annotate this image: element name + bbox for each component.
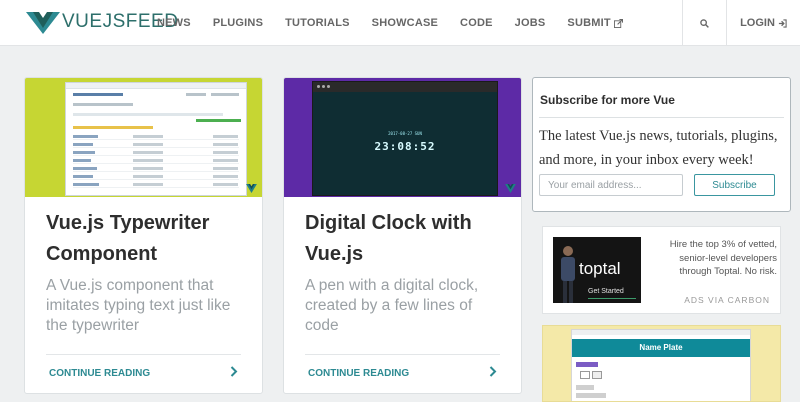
card-divider	[305, 354, 500, 355]
login-arrow-icon	[778, 18, 787, 28]
thumbnail-screenshot	[65, 82, 247, 196]
card-divider	[46, 354, 241, 355]
chevron-right-icon[interactable]	[489, 365, 497, 380]
nav-link-plugins[interactable]: PLUGINS	[213, 17, 263, 29]
nav-link-label: PLUGINS	[212, 17, 264, 29]
nav-link-jobs[interactable]: JOBS	[515, 17, 546, 29]
vuejsfeed-logo-icon	[26, 12, 60, 34]
subscribe-box: Subscribe for more Vue The latest Vue.js…	[532, 77, 791, 212]
search-button[interactable]	[682, 0, 726, 46]
carbon-ad: toptal Get Started Hire the top 3% of ve…	[542, 226, 781, 314]
thumbnail-screenshot: 2017-08-27 SUN 23:08:52	[312, 81, 498, 196]
continue-reading-link[interactable]: CONTINUE READING	[308, 368, 409, 379]
search-icon	[700, 18, 709, 28]
subscribe-text: The latest Vue.js news, tutorials, plugi…	[539, 128, 778, 168]
vue-logo-icon	[505, 184, 516, 193]
nav-link-label: JOBS	[514, 17, 546, 29]
nav-link-label: SHOWCASE	[371, 17, 439, 29]
article-card[interactable]: 2017-08-27 SUN 23:08:52 Digital Clock wi…	[283, 77, 522, 394]
clock-time: 23:08:52	[374, 140, 436, 153]
subscribe-divider	[539, 117, 784, 118]
login-button[interactable]: LOGIN	[726, 0, 800, 46]
chevron-right-icon[interactable]	[230, 365, 238, 380]
ads-via-carbon-link[interactable]: ADS VIA CARBON	[684, 295, 770, 305]
card-title[interactable]: Digital Clock with Vue.js	[305, 208, 505, 270]
clock-date: 2017-08-27 SUN	[388, 131, 422, 136]
nav-links: NEWS PLUGINS TUTORIALS SHOWCASE CODE JOB…	[157, 0, 645, 46]
nav-link-tutorials[interactable]: TUTORIALS	[285, 17, 350, 29]
nav-link-label: CODE	[460, 17, 493, 29]
external-link-icon	[613, 18, 623, 28]
nav-link-label: NEWS	[157, 17, 191, 29]
continue-reading-link[interactable]: CONTINUE READING	[49, 368, 150, 379]
preview-header: Name Plate	[572, 339, 750, 357]
ad-image[interactable]: toptal Get Started	[553, 237, 641, 303]
card-title[interactable]: Vue.js Typewriter Component	[46, 208, 246, 270]
card-thumbnail[interactable]	[25, 78, 262, 197]
article-card-preview[interactable]: Name Plate	[542, 325, 781, 402]
ad-brand-logo: toptal	[579, 259, 621, 278]
nav-right: LOGIN	[682, 0, 800, 46]
nav-link-showcase[interactable]: SHOWCASE	[372, 17, 438, 29]
email-input[interactable]	[539, 174, 683, 196]
nav-link-label: TUTORIALS	[285, 17, 350, 29]
card-description: A pen with a digital clock, created by a…	[305, 277, 479, 334]
nav-link-code[interactable]: CODE	[460, 17, 493, 29]
site-logo[interactable]: VUEJSFEED	[26, 9, 178, 35]
subscribe-button[interactable]: Subscribe	[694, 174, 775, 196]
ad-cta: Get Started	[588, 288, 624, 295]
subscribe-title: Subscribe for more Vue	[540, 93, 675, 107]
article-card[interactable]: Vue.js Typewriter Component A Vue.js com…	[24, 77, 263, 394]
login-label: LOGIN	[740, 17, 775, 29]
card-thumbnail[interactable]: 2017-08-27 SUN 23:08:52	[284, 78, 521, 197]
top-navbar: VUEJSFEED NEWS PLUGINS TUTORIALS SHOWCAS…	[0, 0, 800, 46]
card-description: A Vue.js component that imitates typing …	[46, 277, 231, 334]
thumbnail-screenshot: Name Plate	[571, 329, 751, 401]
ad-text[interactable]: Hire the top 3% of vetted, senior-level …	[651, 238, 777, 279]
nav-link-label: SUBMIT	[567, 17, 611, 29]
person-illustration	[561, 246, 575, 303]
ad-cta-underline	[588, 298, 636, 299]
nav-link-submit[interactable]: SUBMIT	[567, 17, 623, 29]
vue-logo-icon	[246, 184, 257, 193]
nav-link-news[interactable]: NEWS	[157, 17, 191, 29]
